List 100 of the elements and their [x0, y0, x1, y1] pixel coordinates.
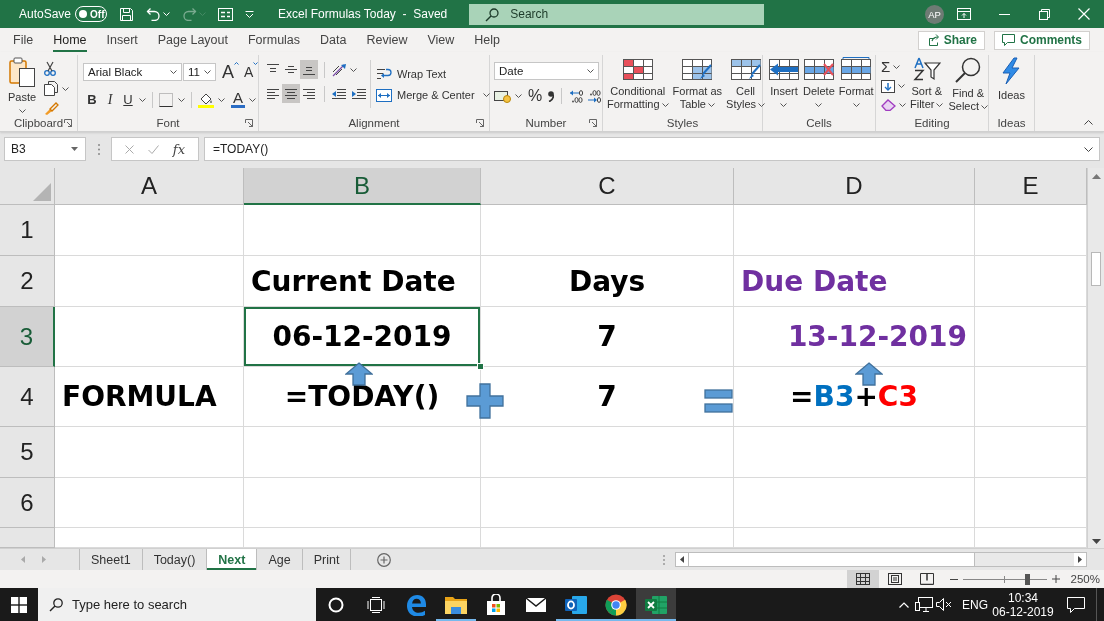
scissors-icon[interactable]: [44, 61, 57, 76]
start-icon[interactable]: [11, 596, 27, 613]
spreadsheet-cell[interactable]: [55, 205, 244, 256]
chevron-up-icon[interactable]: [899, 601, 909, 608]
ribbon-tab[interactable]: Help: [464, 28, 511, 52]
accounting-icon[interactable]: [494, 89, 511, 103]
collapse-ribbon-icon[interactable]: [1084, 120, 1093, 125]
spreadsheet-cell[interactable]: [975, 307, 1087, 367]
row-header[interactable]: 4: [0, 367, 55, 427]
horizontal-scrollbar[interactable]: [675, 552, 1087, 567]
user-avatar[interactable]: AP: [925, 4, 944, 24]
spreadsheet-cell[interactable]: [55, 478, 244, 528]
scrollbar-thumb[interactable]: [688, 553, 975, 566]
number-format-field[interactable]: Date: [494, 62, 599, 80]
fill-color-icon[interactable]: [198, 91, 214, 108]
sort-filter-button[interactable]: Sort & Filter: [909, 57, 945, 111]
ribbon-tab[interactable]: Data: [310, 28, 357, 52]
clock[interactable]: 10:34 06-12-2019: [990, 590, 1056, 619]
row-header[interactable]: 6: [0, 478, 55, 528]
ribbon-display-icon[interactable]: [957, 8, 971, 20]
zoom-in-icon[interactable]: [1051, 575, 1060, 583]
spreadsheet-cell[interactable]: [55, 307, 244, 367]
search-field[interactable]: Search: [469, 3, 765, 25]
row-header[interactable]: 3: [0, 307, 55, 367]
spreadsheet-cell[interactable]: [975, 528, 1087, 548]
restore-icon[interactable]: [1038, 8, 1050, 20]
ideas-button[interactable]: Ideas: [997, 57, 1026, 102]
add-sheet-icon[interactable]: [377, 552, 392, 567]
spreadsheet-cell[interactable]: [975, 205, 1087, 256]
customize-icon[interactable]: [245, 10, 255, 18]
spreadsheet-cell[interactable]: [55, 427, 244, 478]
comma-style-icon[interactable]: [548, 90, 555, 102]
autosum-button[interactable]: Σ: [881, 58, 891, 76]
spreadsheet-cell[interactable]: [481, 528, 734, 548]
vertical-scrollbar[interactable]: [1087, 168, 1104, 548]
launcher-icon[interactable]: [476, 118, 484, 127]
row-header[interactable]: 2: [0, 256, 55, 307]
share-button[interactable]: Share: [917, 30, 985, 50]
spreadsheet-cell[interactable]: [975, 367, 1087, 427]
percent-button[interactable]: %: [526, 87, 545, 105]
spreadsheet-cell[interactable]: [734, 205, 975, 256]
spreadsheet-cell[interactable]: [55, 528, 244, 548]
column-header[interactable]: C: [481, 168, 734, 205]
minimize-icon[interactable]: [998, 13, 1010, 15]
format-as-table-button[interactable]: Format as Table: [671, 57, 724, 111]
taskbar-search-field[interactable]: Type here to search: [38, 588, 316, 621]
normal-view-button[interactable]: [846, 570, 879, 588]
spreadsheet-cell[interactable]: [481, 205, 734, 256]
spreadsheet-cell[interactable]: =B3+C3: [734, 367, 975, 427]
ribbon-tab[interactable]: Review: [356, 28, 418, 52]
copy-icon[interactable]: [44, 81, 59, 96]
wrap-text-button[interactable]: Wrap Text: [376, 66, 490, 81]
scroll-left-icon[interactable]: [676, 553, 688, 566]
spreadsheet-cell[interactable]: [975, 256, 1087, 307]
drag-handle-icon[interactable]: [97, 143, 100, 155]
find-select-button[interactable]: Find & Select: [947, 57, 990, 113]
save-icon[interactable]: [119, 6, 135, 22]
spreadsheet-cell[interactable]: [734, 427, 975, 478]
name-box[interactable]: B3: [4, 137, 86, 161]
spreadsheet-cell[interactable]: Due Date: [734, 256, 975, 307]
spreadsheet-cell[interactable]: Current Date: [244, 256, 481, 307]
ribbon-tab[interactable]: Formulas: [237, 28, 311, 52]
delete-cells-button[interactable]: Delete: [802, 57, 836, 111]
caret-icon[interactable]: [218, 97, 225, 102]
caret-icon[interactable]: [893, 65, 901, 69]
spreadsheet-cell[interactable]: 13-12-2019: [734, 307, 975, 367]
caret-icon[interactable]: [139, 97, 146, 102]
fill-handle[interactable]: [477, 363, 484, 370]
comments-button[interactable]: Comments: [994, 30, 1090, 50]
caret-icon[interactable]: [1084, 146, 1093, 152]
eraser-icon[interactable]: [881, 99, 896, 111]
scroll-up-icon[interactable]: [1091, 174, 1101, 179]
ribbon-tab[interactable]: Insert: [96, 28, 148, 52]
spreadsheet-cell[interactable]: 7: [481, 367, 734, 427]
merge-center-button[interactable]: Merge & Center: [376, 88, 490, 102]
spreadsheet-cell[interactable]: [55, 256, 244, 307]
decrease-indent-icon[interactable]: [331, 87, 346, 100]
cell-styles-button[interactable]: Cell Styles: [725, 57, 767, 111]
network-icon[interactable]: [915, 597, 933, 612]
column-header[interactable]: A: [55, 168, 244, 205]
caret-icon[interactable]: [898, 84, 905, 88]
ribbon-tab[interactable]: View: [417, 28, 465, 52]
spreadsheet-cell[interactable]: [244, 528, 481, 548]
undo-icon[interactable]: [146, 7, 162, 21]
spreadsheet-cell[interactable]: Days: [481, 256, 734, 307]
launcher-icon[interactable]: [245, 118, 253, 127]
decrease-decimal-icon[interactable]: [587, 89, 602, 103]
spreadsheet-cell[interactable]: [975, 427, 1087, 478]
spreadsheet-cell[interactable]: [481, 478, 734, 528]
caret-icon[interactable]: [62, 86, 70, 91]
font-size-field[interactable]: 11: [183, 63, 216, 81]
sheet-tab[interactable]: Next: [207, 549, 258, 570]
conditional-formatting-button[interactable]: Conditional Formatting: [606, 57, 670, 111]
font-name-field[interactable]: Arial Black: [83, 63, 182, 81]
launcher-icon[interactable]: [64, 118, 72, 127]
spreadsheet-cell[interactable]: [244, 478, 481, 528]
align-bottom-button[interactable]: [300, 60, 318, 79]
insert-cells-button[interactable]: Insert: [768, 57, 800, 111]
increase-decimal-icon[interactable]: [569, 89, 584, 103]
scrollbar-thumb[interactable]: [1091, 252, 1101, 286]
